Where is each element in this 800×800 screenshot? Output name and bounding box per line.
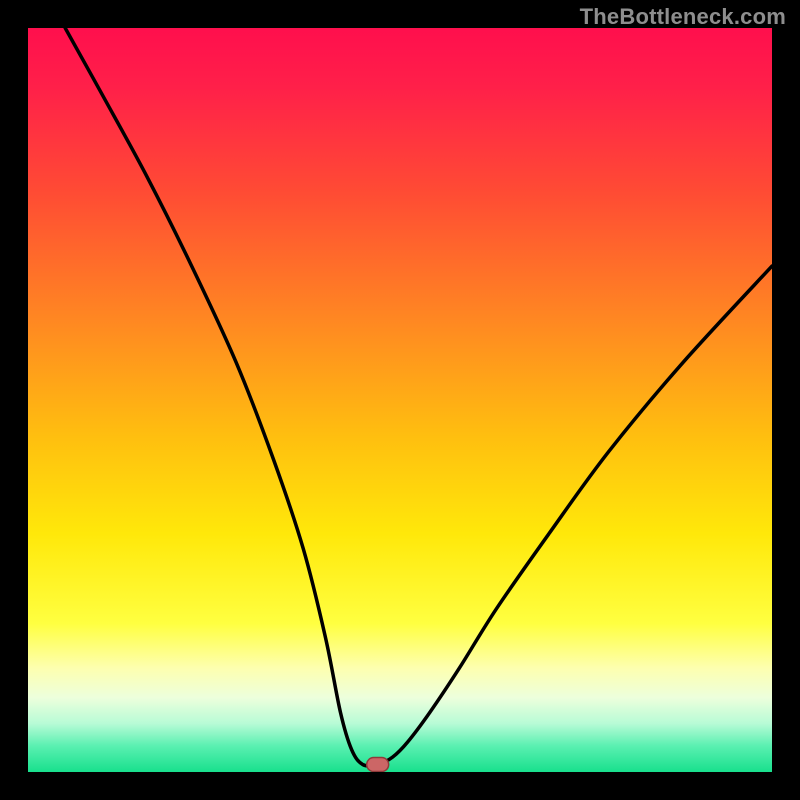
gradient-background	[28, 28, 772, 772]
outer-frame: TheBottleneck.com	[0, 0, 800, 800]
bottleneck-chart	[28, 28, 772, 772]
optimum-marker	[367, 758, 389, 772]
watermark-text: TheBottleneck.com	[580, 4, 786, 30]
